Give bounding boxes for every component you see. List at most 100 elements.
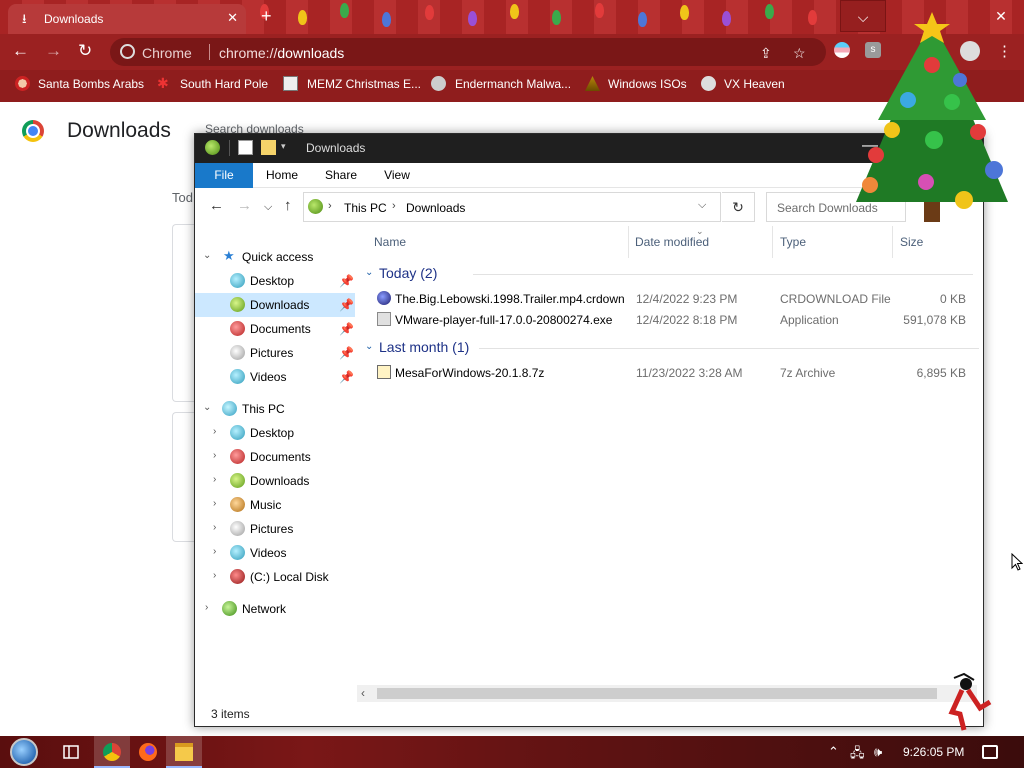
expanded-arrow-icon[interactable]: ⌄ [203,402,211,413]
tab-close-icon[interactable]: ✕ [227,10,238,26]
breadcrumb-this-pc[interactable]: This PC [344,201,387,215]
network-icon[interactable]: 🖧 [850,744,865,766]
nav-label: Pictures [250,346,294,360]
group-last-month[interactable]: ⌄ Last month (1) [363,337,979,359]
refresh-button[interactable]: ↻ [722,192,755,222]
collapsed-arrow-icon[interactable]: › [213,474,216,485]
pin-icon[interactable]: 📌 [339,322,354,336]
collapsed-arrow-icon[interactable]: › [213,522,216,533]
up-button[interactable]: ↑ [284,198,292,214]
collapsed-arrow-icon[interactable]: › [213,570,216,581]
collapsed-arrow-icon[interactable]: › [213,450,216,461]
pin-icon[interactable]: 📌 [339,298,354,312]
chrome-site-icon [120,44,135,59]
recent-locations-icon[interactable]: ⌵ [264,199,272,215]
new-tab-button[interactable]: + [261,6,272,26]
back-button[interactable]: ← [209,198,224,214]
nav-pc-pictures[interactable]: › Pictures [195,517,355,541]
collapsed-arrow-icon[interactable]: › [213,546,216,557]
notification-center-icon[interactable] [982,745,998,759]
bookmark-item[interactable]: MEMZ Christmas E... [307,77,421,91]
collapsed-arrow-icon[interactable]: › [213,426,216,437]
forward-button[interactable]: → [45,42,62,60]
bookmark-item[interactable]: Santa Bombs Arabs [38,77,144,91]
pin-icon[interactable]: 📌 [339,274,354,288]
share-icon[interactable]: ⇪ [760,45,772,62]
nav-qa-videos[interactable]: Videos 📌 [195,365,355,389]
bookmark-star-icon[interactable]: ☆ [793,45,806,62]
back-button[interactable]: ← [12,42,29,60]
taskbar-clock[interactable]: 9:26:05 PM [903,745,964,759]
pin-icon[interactable]: 📌 [339,370,354,384]
column-divider[interactable] [772,226,773,258]
group-collapse-icon[interactable]: ⌄ [365,341,373,352]
nav-pc-music[interactable]: › Music [195,493,355,517]
nav-label: Videos [250,370,287,384]
breadcrumb-downloads[interactable]: Downloads [406,201,465,215]
address-bar[interactable]: Chrome chrome://downloads ⇪ ☆ [110,38,826,66]
tab-downloads[interactable]: ⭳ Downloads ✕ [8,4,246,34]
new-folder-icon[interactable] [261,140,276,155]
nav-label: Quick access [242,250,314,264]
ornament-folder-icon [308,199,323,214]
address-dropdown-icon[interactable]: ⌵ [698,199,706,212]
nav-pc-desktop[interactable]: › Desktop [195,421,355,445]
tab-view[interactable]: View [372,163,422,188]
collapsed-arrow-icon[interactable]: › [213,498,216,509]
nav-pc-documents[interactable]: › Documents [195,445,355,469]
tab-share[interactable]: Share [316,163,366,188]
column-type[interactable]: Type [780,235,806,249]
pin-icon[interactable]: 📌 [339,346,354,360]
reload-button[interactable]: ↻ [78,42,92,60]
nav-this-pc[interactable]: ⌄ This PC [195,397,355,421]
file-row[interactable]: VMware-player-full-17.0.0-20800274.exe 1… [363,309,975,330]
file-date: 12/4/2022 9:23 PM [636,292,738,306]
taskbar-firefox[interactable] [130,736,166,768]
column-divider[interactable] [628,226,629,258]
address-path-box[interactable]: › This PC › Downloads ⌵ [303,192,721,222]
nav-pc-local-disk[interactable]: › (C:) Local Disk [195,565,355,589]
expanded-arrow-icon[interactable]: ⌄ [203,250,211,261]
nav-quick-access[interactable]: ⌄ ★ Quick access [195,245,355,269]
column-size[interactable]: Size [900,235,923,249]
file-row[interactable]: The.Big.Lebowski.1998.Trailer.mp4.crdown… [363,288,975,309]
tab-file[interactable]: File [195,163,253,188]
star-icon: ★ [223,248,235,263]
nav-pc-videos[interactable]: › Videos [195,541,355,565]
nav-qa-documents[interactable]: Documents 📌 [195,317,355,341]
nav-network[interactable]: › Network [195,597,355,621]
tray-overflow-icon[interactable]: ⌃ [828,744,839,760]
file-row[interactable]: MesaForWindows-20.1.8.7z 11/23/2022 3:28… [363,362,975,383]
properties-icon[interactable] [238,140,253,155]
tab-home[interactable]: Home [257,163,307,188]
volume-icon[interactable]: 🕪 [874,744,882,760]
nav-qa-downloads[interactable]: Downloads 📌 [195,293,355,317]
qa-dropdown-icon[interactable]: ▾ [281,141,286,152]
nav-qa-desktop[interactable]: Desktop 📌 [195,269,355,293]
column-date-modified[interactable]: Date modified [635,235,709,249]
nav-qa-pictures[interactable]: Pictures 📌 [195,341,355,365]
bookmark-item[interactable]: Windows ISOs [608,77,687,91]
column-name[interactable]: Name [374,235,406,249]
horizontal-scrollbar[interactable]: ‹ [357,685,977,702]
scrollbar-thumb[interactable] [377,688,937,699]
bookmark-item[interactable]: Endermanch Malwa... [455,77,571,91]
forward-button[interactable]: → [237,198,252,214]
nav-label: Desktop [250,426,295,440]
firefox-icon [139,743,157,761]
file-type: 7z Archive [780,366,836,380]
group-collapse-icon[interactable]: ⌄ [365,267,373,278]
site-label: Chrome [142,45,192,61]
bookmark-item[interactable]: VX Heaven [724,77,785,91]
bookmark-item[interactable]: South Hard Pole [180,77,268,91]
collapsed-arrow-icon[interactable]: › [205,602,208,613]
ornament-network-icon [222,601,237,616]
group-today[interactable]: ⌄ Today (2) [363,263,975,285]
taskbar-file-explorer[interactable] [166,736,202,768]
task-view-button[interactable] [53,736,89,768]
start-button[interactable] [10,738,38,766]
scroll-left-icon[interactable]: ‹ [361,686,365,700]
nav-label: Pictures [250,522,294,536]
nav-pc-downloads[interactable]: › Downloads [195,469,355,493]
taskbar-chrome[interactable] [94,736,130,768]
